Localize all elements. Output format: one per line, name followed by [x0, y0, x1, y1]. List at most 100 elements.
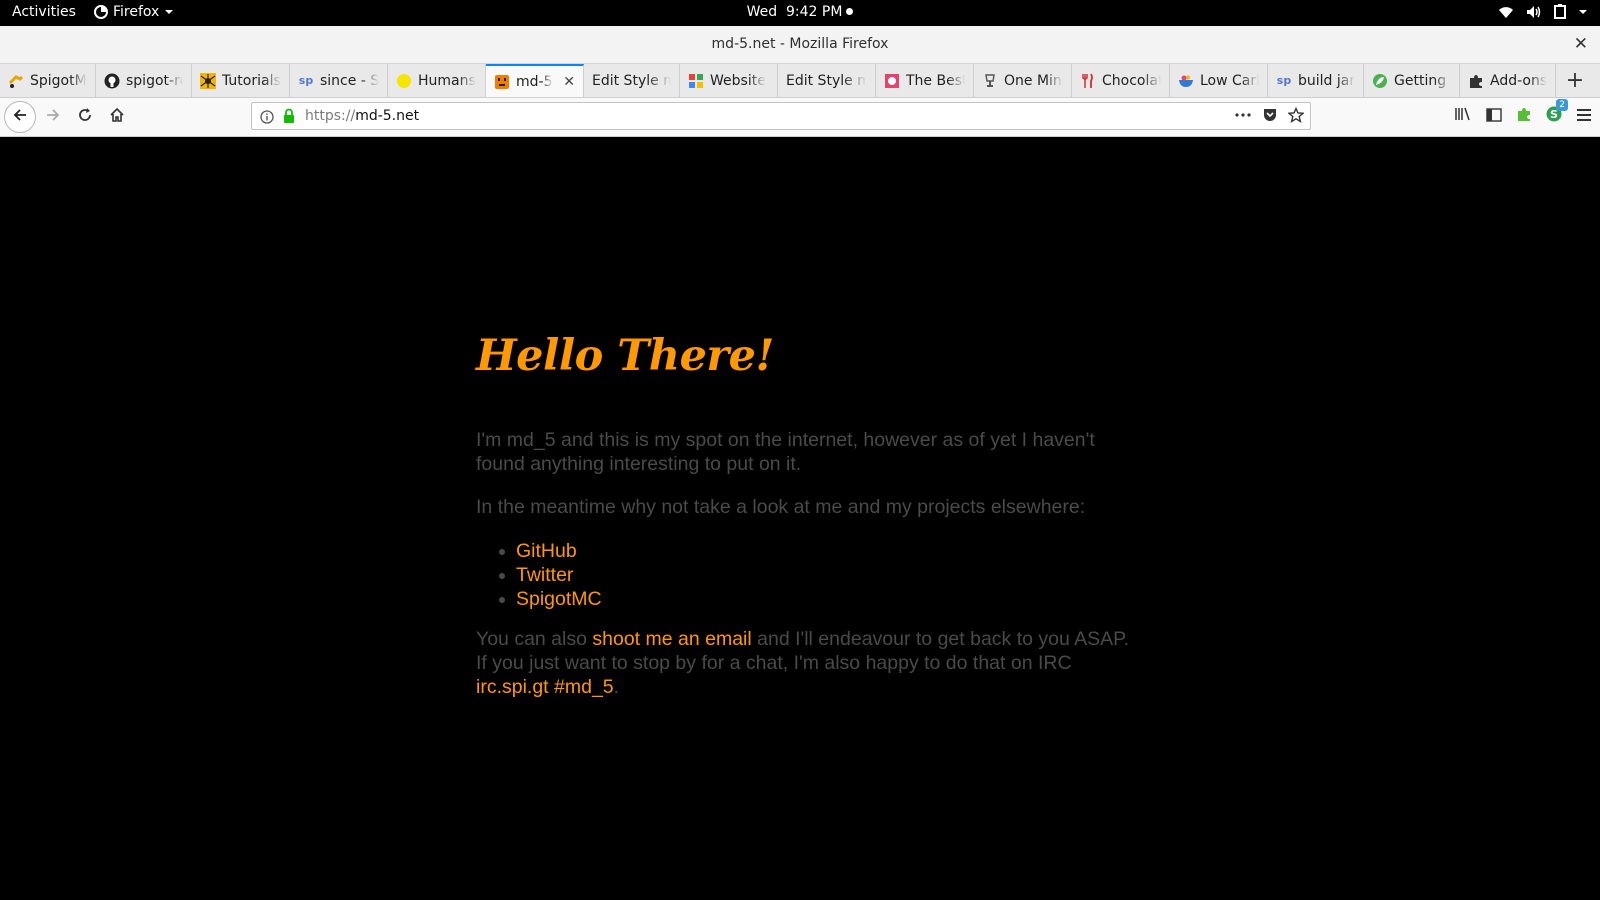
clock-day: Wed	[746, 4, 778, 20]
window-title-bar: md-5.net - Mozilla Firefox ✕	[0, 26, 1600, 64]
home-icon	[109, 107, 125, 127]
yellow-circle-icon	[396, 73, 412, 89]
md5-face-icon	[494, 74, 510, 90]
bowl-icon	[1178, 73, 1194, 89]
puzzle-icon	[1468, 73, 1484, 89]
twitter-link[interactable]: Twitter	[516, 564, 573, 586]
chevron-down-icon	[164, 7, 174, 17]
extension-badge: 2	[1556, 99, 1568, 111]
project-links-list: GitHub Twitter SpigotMC	[476, 539, 1176, 611]
tab-label: SpigotMC	[30, 72, 87, 89]
stylus-extension-icon[interactable]: S 2	[1546, 99, 1568, 126]
reload-button[interactable]	[70, 102, 100, 132]
leaf-icon	[1372, 73, 1388, 89]
tab-label: One Minute	[1004, 72, 1063, 89]
pocket-icon[interactable]	[1262, 107, 1278, 127]
tab-label: Edit Style m	[786, 72, 867, 89]
tab-label: Chocolate	[1102, 72, 1161, 89]
tab-label: Tutorials	[222, 72, 281, 89]
close-icon[interactable]: ✕	[563, 74, 575, 90]
list-item: Twitter	[499, 563, 1176, 587]
tab-spigotmc[interactable]: SpigotMC	[0, 64, 96, 97]
contact-paragraph: You can also shoot me an email and I'll …	[476, 627, 1136, 699]
spider-icon	[200, 72, 216, 89]
spigotmc-link[interactable]: SpigotMC	[516, 588, 602, 610]
plus-icon: +	[1565, 68, 1585, 93]
tab-the-best[interactable]: The Best	[876, 64, 974, 97]
tab-edit-style-2[interactable]: Edit Style m	[778, 64, 876, 97]
list-item: GitHub	[499, 539, 1176, 563]
tab-label: md-5	[516, 73, 553, 90]
page-content: Hello There! I'm md_5 and this is my spo…	[0, 137, 1600, 900]
tab-label: Add-ons	[1490, 72, 1547, 89]
irc-link[interactable]: irc.spi.gt #md_5	[476, 676, 614, 698]
fork-knife-icon	[1080, 73, 1096, 89]
battery-icon	[1554, 4, 1566, 19]
tab-label: spigot-restapi	[126, 72, 183, 89]
github-link[interactable]: GitHub	[516, 540, 577, 562]
chevron-down-icon	[1578, 7, 1588, 17]
meantime-paragraph: In the meantime why not take a look at m…	[476, 496, 1086, 518]
info-icon[interactable]	[260, 109, 274, 128]
tab-humans[interactable]: Humans	[388, 64, 486, 97]
bookmark-star-icon[interactable]	[1287, 106, 1305, 127]
tab-label: The Best	[906, 72, 965, 89]
new-tab-button[interactable]: +	[1556, 64, 1594, 97]
url-bar[interactable]: https://md-5.net	[251, 102, 1311, 130]
page-heading: Hello There!	[476, 331, 774, 381]
spigot-tap-icon	[8, 73, 24, 89]
tab-tutorials[interactable]: Tutorials	[192, 64, 290, 97]
tab-label: Edit Style m	[592, 72, 671, 89]
email-link[interactable]: shoot me an email	[592, 628, 751, 650]
tab-since-spigot[interactable]: sp since - Spigot	[290, 64, 388, 97]
tab-spigot-restapi[interactable]: spigot-restapi	[96, 64, 192, 97]
intro-paragraph: I'm md_5 and this is my spot on the inte…	[476, 429, 1095, 475]
page-actions-button[interactable]	[1234, 107, 1252, 127]
app-menu-button[interactable]: Firefox	[94, 4, 174, 20]
library-icon[interactable]	[1454, 106, 1472, 126]
back-button[interactable]	[4, 101, 36, 133]
activities-button[interactable]: Activities	[12, 4, 76, 20]
tab-label: since - Spigot	[320, 72, 379, 89]
tab-low-carb[interactable]: Low Carb	[1170, 64, 1268, 97]
navigation-toolbar: https://md-5.net S 2	[0, 98, 1600, 137]
lock-icon[interactable]	[282, 108, 296, 128]
url-text: https://md-5.net	[305, 108, 419, 124]
sidebar-icon[interactable]	[1486, 107, 1502, 126]
spigot-sp-icon: sp	[298, 74, 314, 87]
window-title: md-5.net - Mozilla Firefox	[711, 36, 889, 52]
notification-dot-icon	[846, 8, 854, 15]
list-item: SpigotMC	[499, 587, 1176, 611]
url-host: md-5.net	[355, 108, 420, 124]
spigot-sp-icon: sp	[1276, 74, 1292, 87]
tab-edit-style-1[interactable]: Edit Style m	[584, 64, 680, 97]
tab-website[interactable]: Website	[680, 64, 778, 97]
extension-puzzle-icon[interactable]	[1516, 106, 1532, 126]
tab-chocolate[interactable]: Chocolate	[1072, 64, 1170, 97]
home-button[interactable]	[102, 102, 132, 132]
app-menu-label: Firefox	[113, 4, 160, 20]
toolbar-right: S 2	[1454, 99, 1592, 126]
firefox-icon	[94, 5, 108, 19]
url-actions	[1234, 106, 1305, 127]
clock-button[interactable]: Wed 9:42 PM	[747, 4, 854, 20]
clock-time: 9:42 PM	[786, 4, 843, 20]
contact-prefix: You can also	[476, 628, 593, 650]
tab-md-5[interactable]: md-5 ✕	[486, 64, 584, 97]
tab-build-jar[interactable]: sp build jar	[1268, 64, 1364, 97]
arrow-right-icon	[45, 107, 61, 127]
colorful-squares-icon	[688, 73, 704, 89]
tab-getting-started[interactable]: Getting Started	[1364, 64, 1460, 97]
url-scheme: https://	[305, 108, 356, 124]
tab-strip: SpigotMC spigot-restapi Tutorials sp sin…	[0, 64, 1600, 98]
forward-button[interactable]	[38, 102, 68, 132]
window-close-button[interactable]: ✕	[1574, 34, 1588, 54]
status-menu[interactable]	[1498, 4, 1588, 19]
tab-add-ons[interactable]: Add-ons	[1460, 64, 1556, 97]
hamburger-menu-icon[interactable]	[1576, 107, 1592, 126]
tab-label: Low Carb	[1200, 72, 1259, 89]
arrow-left-icon	[12, 107, 28, 127]
reload-icon	[77, 107, 93, 127]
recipe-icon	[884, 73, 900, 89]
tab-one-minute[interactable]: One Minute	[974, 64, 1072, 97]
